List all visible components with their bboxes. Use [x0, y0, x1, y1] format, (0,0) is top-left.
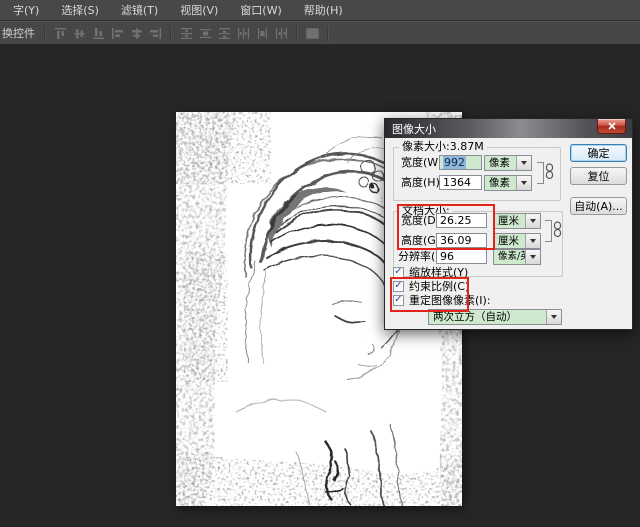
toolbar-separator: [44, 26, 46, 41]
doc-width-unit-select[interactable]: 厘米: [493, 213, 541, 229]
pixel-height-value: 1364: [443, 176, 471, 189]
options-bar: 换控件: [0, 21, 640, 45]
resolution-input[interactable]: 96: [436, 249, 487, 264]
checkbox-row[interactable]: ✓ 重定图像像素(I):: [393, 294, 491, 306]
align-left-edges-icon[interactable]: [111, 27, 124, 40]
pixel-width-value: 992: [443, 156, 466, 169]
dropdown-arrow-icon[interactable]: [525, 214, 540, 228]
link-chain-icon: [553, 221, 562, 238]
pixel-size-group-label: 像素大小:3.87M: [399, 141, 487, 152]
menu-item[interactable]: 帮助(H): [293, 0, 354, 20]
dropdown-arrow-icon[interactable]: [516, 176, 531, 190]
close-button[interactable]: [597, 119, 626, 134]
menu-item[interactable]: 视图(V): [169, 0, 229, 20]
menu-item[interactable]: 滤镜(T): [110, 0, 169, 20]
checkbox-row[interactable]: ✓ 约束比例(C): [393, 280, 491, 292]
reset-button[interactable]: 复位: [570, 167, 627, 185]
pixel-height-unit-select[interactable]: 像素: [484, 175, 532, 191]
link-bracket: [537, 162, 544, 184]
pixel-height-input[interactable]: 1364: [439, 175, 482, 190]
resolution-unit-select[interactable]: 像素/英寸: [493, 249, 541, 265]
distribute-vertical-centers-icon[interactable]: [199, 27, 212, 40]
doc-width-input[interactable]: 26.25: [436, 213, 487, 228]
link-chain-icon: [545, 163, 554, 180]
dialog-title: 图像大小: [392, 121, 436, 137]
checkbox-checked-icon[interactable]: ✓: [393, 281, 404, 292]
dropdown-arrow-icon[interactable]: [516, 156, 531, 170]
align-vertical-centers-icon[interactable]: [73, 27, 86, 40]
toolbar-separator: [327, 26, 329, 41]
resolution-value: 96: [440, 250, 454, 263]
align-right-edges-icon[interactable]: [149, 27, 162, 40]
menu-item[interactable]: 字(Y): [2, 0, 50, 20]
show-transform-controls-label[interactable]: 换控件: [0, 25, 39, 41]
doc-width-value: 26.25: [440, 214, 472, 227]
auto-align-layers-icon[interactable]: [306, 27, 319, 40]
ok-button[interactable]: 确定: [570, 144, 627, 162]
checkbox-checked-icon[interactable]: ✓: [393, 267, 404, 278]
image-size-dialog: 图像大小 像素大小:3.87M 宽度(W): 992 像素 高度(H): 136…: [384, 118, 633, 330]
checkbox-row[interactable]: ✓ 缩放样式(Y): [393, 266, 491, 278]
menu-bar: 字(Y) 选择(S) 滤镜(T) 视图(V) 窗口(W) 帮助(H): [0, 0, 640, 21]
doc-height-input[interactable]: 36.09: [436, 233, 487, 248]
distribute-bottom-edges-icon[interactable]: [218, 27, 231, 40]
dropdown-arrow-icon[interactable]: [525, 234, 540, 248]
checkbox-label: 重定图像像素(I):: [409, 292, 491, 308]
pixel-width-unit-select[interactable]: 像素: [484, 155, 532, 171]
auto-button[interactable]: 自动(A)...: [570, 197, 627, 215]
align-horizontal-centers-icon[interactable]: [130, 27, 143, 40]
dialog-titlebar: 图像大小: [385, 119, 632, 138]
distribute-right-edges-icon[interactable]: [275, 27, 288, 40]
align-bottom-edges-icon[interactable]: [92, 27, 105, 40]
close-icon: [608, 122, 616, 130]
distribute-horizontal-centers-icon[interactable]: [256, 27, 269, 40]
pixel-height-label: 高度(H):: [401, 177, 444, 189]
checkbox-checked-icon[interactable]: ✓: [393, 295, 404, 306]
resample-method-select[interactable]: 两次立方（自动）: [428, 309, 562, 325]
doc-height-value: 36.09: [440, 234, 472, 247]
align-top-edges-icon[interactable]: [54, 27, 67, 40]
toolbar-separator: [170, 26, 172, 41]
menu-item[interactable]: 窗口(W): [229, 0, 292, 20]
pixel-width-input[interactable]: 992: [439, 155, 482, 170]
doc-height-unit-select[interactable]: 厘米: [493, 233, 541, 249]
options-checkbox-list: ✓ 缩放样式(Y) ✓ 约束比例(C) ✓ 重定图像像素(I):: [393, 266, 491, 306]
link-bracket: [545, 220, 552, 242]
dropdown-arrow-icon[interactable]: [525, 250, 540, 264]
distribute-left-edges-icon[interactable]: [237, 27, 250, 40]
dropdown-arrow-icon[interactable]: [546, 310, 561, 324]
menu-item[interactable]: 选择(S): [50, 0, 110, 20]
toolbar-separator: [296, 26, 298, 41]
distribute-top-edges-icon[interactable]: [180, 27, 193, 40]
